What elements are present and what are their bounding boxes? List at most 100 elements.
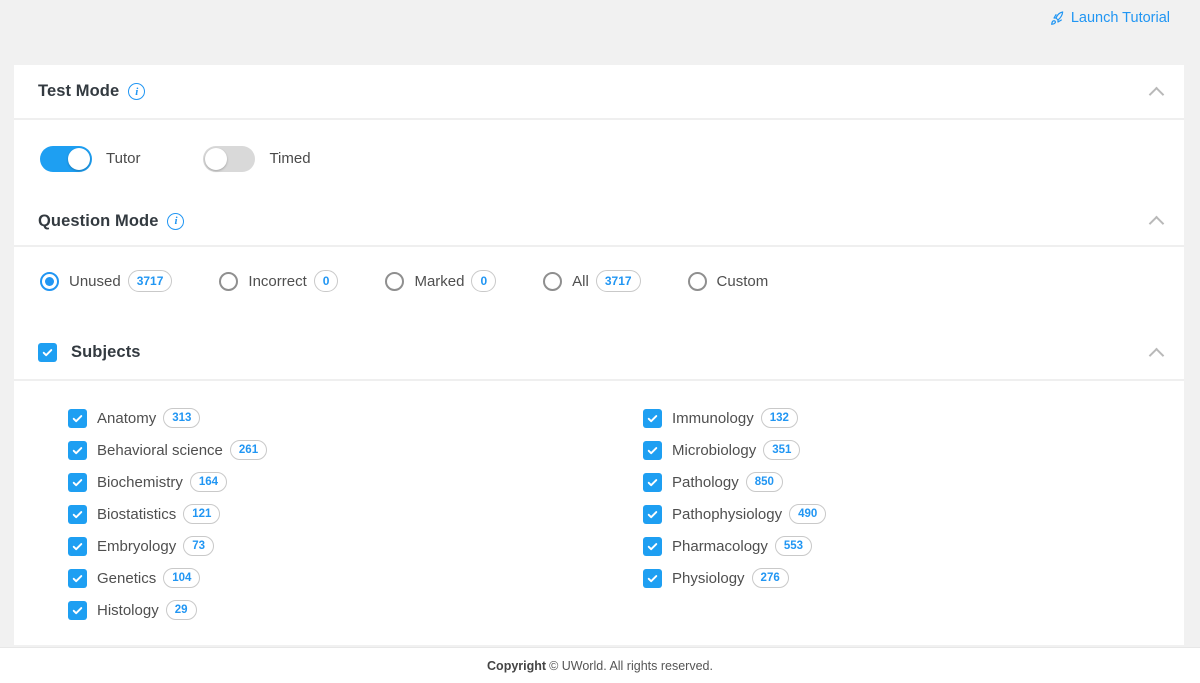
tutor-toggle-switch[interactable] — [40, 146, 92, 172]
subject-label: Histology — [97, 602, 159, 619]
count-badge: 313 — [163, 408, 200, 428]
subject-checkbox[interactable] — [68, 409, 87, 428]
chevron-up-icon[interactable] — [1151, 350, 1162, 361]
subject-biostatistics[interactable]: Biostatistics 121 — [68, 502, 643, 526]
subject-microbiology[interactable]: Microbiology 351 — [643, 438, 826, 462]
count-badge: 29 — [166, 600, 197, 620]
count-badge: 0 — [471, 270, 496, 292]
count-badge: 73 — [183, 536, 214, 556]
subjects-header: Subjects — [14, 326, 1184, 381]
launch-tutorial-label: Launch Tutorial — [1071, 10, 1170, 26]
radio-button[interactable] — [543, 272, 562, 291]
subject-label: Pathophysiology — [672, 506, 782, 523]
count-badge: 121 — [183, 504, 220, 524]
subject-checkbox[interactable] — [68, 505, 87, 524]
radio-button[interactable] — [40, 272, 59, 291]
chevron-up-icon[interactable] — [1151, 89, 1162, 100]
subject-label: Physiology — [672, 570, 745, 587]
subjects-select-all-checkbox[interactable] — [38, 343, 57, 362]
subject-pathology[interactable]: Pathology 850 — [643, 470, 826, 494]
test-mode-header: Test Mode i — [14, 65, 1184, 120]
test-mode-toggles: Tutor Timed — [14, 120, 1184, 197]
footer: Copyright © UWorld. All rights reserved. — [0, 647, 1200, 683]
subjects-title: Subjects — [71, 343, 141, 362]
count-badge: 490 — [789, 504, 826, 524]
radio-custom[interactable]: Custom — [688, 272, 769, 291]
radio-unused[interactable]: Unused 3717 — [40, 270, 172, 292]
top-bar: Launch Tutorial — [0, 0, 1200, 65]
subject-label: Pharmacology — [672, 538, 768, 555]
count-badge: 0 — [314, 270, 339, 292]
count-badge: 276 — [752, 568, 789, 588]
radio-all[interactable]: All 3717 — [543, 270, 640, 292]
radio-button[interactable] — [385, 272, 404, 291]
rocket-icon — [1050, 10, 1066, 26]
subject-checkbox[interactable] — [68, 601, 87, 620]
radio-label: Unused — [69, 273, 121, 290]
subject-checkbox[interactable] — [68, 569, 87, 588]
radio-marked[interactable]: Marked 0 — [385, 270, 496, 292]
test-mode-title: Test Mode — [38, 82, 119, 101]
count-badge: 3717 — [128, 270, 173, 292]
question-mode-header: Question Mode i — [14, 197, 1184, 247]
subject-checkbox[interactable] — [643, 473, 662, 492]
check-icon — [646, 508, 659, 521]
radio-button[interactable] — [688, 272, 707, 291]
subject-label: Behavioral science — [97, 442, 223, 459]
subject-pharmacology[interactable]: Pharmacology 553 — [643, 534, 826, 558]
check-icon — [71, 412, 84, 425]
subject-checkbox[interactable] — [68, 441, 87, 460]
subject-label: Biostatistics — [97, 506, 176, 523]
subject-immunology[interactable]: Immunology 132 — [643, 406, 826, 430]
radio-button[interactable] — [219, 272, 238, 291]
subject-label: Microbiology — [672, 442, 756, 459]
count-badge: 3717 — [596, 270, 641, 292]
count-badge: 261 — [230, 440, 267, 460]
timed-toggle-switch[interactable] — [203, 146, 255, 172]
count-badge: 850 — [746, 472, 783, 492]
info-icon[interactable]: i — [167, 213, 184, 230]
radio-label: All — [572, 273, 589, 290]
subject-checkbox[interactable] — [643, 441, 662, 460]
subject-biochemistry[interactable]: Biochemistry 164 — [68, 470, 643, 494]
check-icon — [71, 444, 84, 457]
subject-checkbox[interactable] — [643, 569, 662, 588]
subject-embryology[interactable]: Embryology 73 — [68, 534, 643, 558]
subject-genetics[interactable]: Genetics 104 — [68, 566, 643, 590]
subject-behavioral-science[interactable]: Behavioral science 261 — [68, 438, 643, 462]
footer-copyright-text: © UWorld. All rights reserved. — [549, 659, 713, 673]
count-badge: 104 — [163, 568, 200, 588]
subject-histology[interactable]: Histology 29 — [68, 598, 643, 622]
info-icon[interactable]: i — [128, 83, 145, 100]
subject-checkbox[interactable] — [643, 537, 662, 556]
check-icon — [71, 604, 84, 617]
question-mode-options: Unused 3717 Incorrect 0 Marked 0 All 371… — [14, 247, 1184, 326]
subjects-list: Anatomy 313 Behavioral science 261 Bioch… — [14, 381, 1184, 630]
subject-physiology[interactable]: Physiology 276 — [643, 566, 826, 590]
radio-label: Marked — [414, 273, 464, 290]
subject-checkbox[interactable] — [643, 409, 662, 428]
subject-anatomy[interactable]: Anatomy 313 — [68, 406, 643, 430]
subject-checkbox[interactable] — [643, 505, 662, 524]
tutor-toggle[interactable]: Tutor — [40, 146, 140, 172]
question-mode-title: Question Mode — [38, 212, 158, 231]
toggle-knob — [68, 148, 90, 170]
radio-incorrect[interactable]: Incorrect 0 — [219, 270, 338, 292]
check-icon — [71, 540, 84, 553]
timed-toggle-label: Timed — [269, 150, 310, 167]
chevron-up-icon[interactable] — [1151, 218, 1162, 229]
check-icon — [646, 572, 659, 585]
check-icon — [646, 412, 659, 425]
subject-checkbox[interactable] — [68, 473, 87, 492]
subject-label: Anatomy — [97, 410, 156, 427]
launch-tutorial-link[interactable]: Launch Tutorial — [1050, 10, 1170, 26]
subject-pathophysiology[interactable]: Pathophysiology 490 — [643, 502, 826, 526]
subject-checkbox[interactable] — [68, 537, 87, 556]
create-test-panel: Test Mode i Tutor Timed Question Mode i … — [14, 65, 1184, 645]
subjects-column-right: Immunology 132 Microbiology 351 Patholog… — [643, 406, 826, 630]
count-badge: 553 — [775, 536, 812, 556]
check-icon — [646, 444, 659, 457]
count-badge: 132 — [761, 408, 798, 428]
check-icon — [646, 540, 659, 553]
timed-toggle[interactable]: Timed — [203, 146, 310, 172]
